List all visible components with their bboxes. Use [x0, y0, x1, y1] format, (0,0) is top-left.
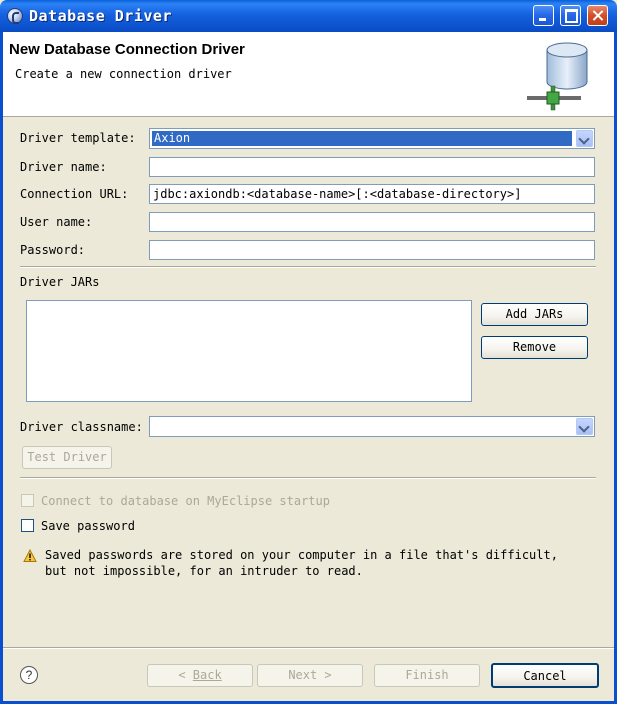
database-connection-icon — [527, 42, 588, 111]
separator — [20, 477, 596, 479]
connect-on-startup-checkbox[interactable] — [21, 494, 34, 507]
help-icon[interactable]: ? — [20, 666, 38, 684]
finish-label: Finish — [405, 668, 449, 682]
connection-url-input[interactable]: jdbc:axiondb:<database-name>[:<database-… — [149, 184, 595, 204]
driver-jars-label: Driver JARs — [20, 275, 100, 289]
cancel-label: Cancel — [523, 669, 567, 683]
minimize-button[interactable] — [533, 5, 554, 26]
cancel-button[interactable]: Cancel — [491, 663, 599, 688]
test-driver-button[interactable]: Test Driver — [22, 446, 112, 469]
title-bar[interactable]: Database Driver — [0, 0, 617, 32]
wizard-header: New Database Connection Driver Create a … — [3, 32, 614, 117]
driver-template-label: Driver template: — [20, 131, 136, 145]
test-driver-label: Test Driver — [27, 450, 107, 464]
chevron-down-icon[interactable] — [576, 418, 593, 435]
close-button[interactable] — [587, 5, 608, 26]
driver-name-label: Driver name: — [20, 160, 107, 174]
warning-text-line1: Saved passwords are stored on your compu… — [45, 548, 558, 562]
finish-button[interactable]: Finish — [374, 664, 480, 687]
remove-label: Remove — [512, 340, 557, 354]
remove-button[interactable]: Remove — [481, 336, 588, 359]
driver-template-value: Axion — [151, 130, 573, 147]
back-button[interactable]: < Back — [147, 664, 253, 687]
save-password-checkbox[interactable] — [21, 519, 34, 532]
driver-classname-select[interactable] — [149, 416, 595, 437]
warning-text-line2: but not impossible, for an intruder to r… — [45, 564, 363, 578]
page-subtitle: Create a new connection driver — [15, 67, 232, 81]
save-password-label: Save password — [41, 519, 135, 533]
chevron-down-icon[interactable] — [576, 130, 593, 147]
driver-classname-label: Driver classname: — [20, 420, 143, 434]
window-frame-left — [0, 32, 3, 704]
driver-name-input[interactable] — [149, 157, 595, 177]
eclipse-icon — [7, 8, 23, 24]
user-name-label: User name: — [20, 215, 93, 229]
password-input[interactable] — [149, 240, 595, 260]
warning-icon — [23, 549, 37, 562]
user-name-input[interactable] — [149, 212, 595, 232]
next-button[interactable]: Next > — [257, 664, 363, 687]
connect-on-startup-label: Connect to database on MyEclipse startup — [41, 494, 330, 508]
driver-jars-list[interactable] — [26, 300, 472, 402]
add-jars-label: Add JARs — [505, 307, 564, 321]
connection-url-label: Connection URL: — [20, 187, 129, 201]
back-label: < Back — [178, 668, 222, 682]
password-label: Password: — [20, 243, 86, 257]
window-title: Database Driver — [29, 7, 172, 25]
add-jars-button[interactable]: Add JARs — [481, 303, 588, 326]
footer-separator — [3, 647, 614, 649]
next-label: Next > — [288, 668, 332, 682]
page-title: New Database Connection Driver — [9, 41, 245, 58]
driver-template-select[interactable]: Axion — [149, 128, 595, 149]
maximize-button[interactable] — [560, 5, 581, 26]
separator — [20, 266, 596, 268]
